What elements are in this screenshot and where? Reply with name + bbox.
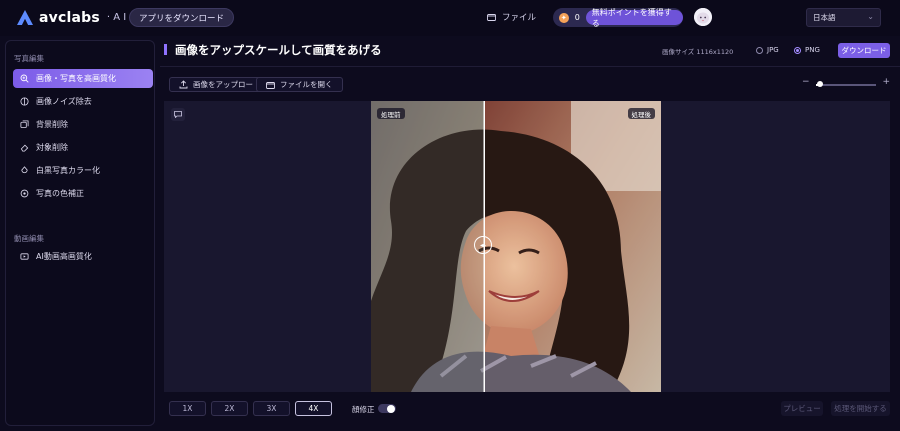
free-points-button[interactable]: 無料ポイントを獲得する [585,8,683,28]
scale-4x-button[interactable]: 4X [295,401,332,416]
avatar[interactable] [694,8,712,26]
logo[interactable]: avclabs · A I [16,9,126,26]
format-jpg-label: JPG [767,46,779,54]
language-select[interactable]: 日本語 ⌄ [806,8,881,27]
sidebar-item-label: 画像・写真を高画質化 [36,74,116,83]
sidebar-item-colorize[interactable]: 白黒写真カラー化 [13,161,153,180]
file-menu[interactable]: ファイル [487,11,536,23]
comparison-image[interactable]: 処理前 処理後 ◂▸ [371,101,661,392]
sidebar-item-upscale[interactable]: 画像・写真を高画質化 [13,69,153,88]
page-title: 画像をアップスケールして画質をあげる [175,43,382,57]
folder-icon [487,14,496,21]
brand-name: avclabs [39,9,100,26]
sidebar-item-video-enhance[interactable]: AI動画高画質化 [13,247,153,266]
open-file-button[interactable]: ファイルを開く [256,77,343,92]
sidebar-item-color-correct[interactable]: 写真の色補正 [13,184,153,203]
language-value: 日本語 [813,13,836,22]
face-fix-label: 顔修正 [352,405,375,414]
zoom-in-icon[interactable]: + [882,77,890,87]
before-label: 処理前 [377,108,405,119]
header-divider [160,66,900,67]
split-slider-handle[interactable]: ◂▸ [474,236,492,254]
zoom-slider[interactable]: − + [802,77,890,89]
sidebar-item-label: 背景削除 [36,120,68,129]
color-correct-icon [20,189,29,198]
sidebar: 写真編集 画像・写真を高画質化 画像ノイズ除去 背景削除 対象削除 白黒写真カラ… [5,40,155,426]
title-accent-bar [164,44,167,55]
magnify-icon [20,74,29,83]
photo-edit-heading: 写真編集 [14,54,44,63]
start-processing-button[interactable]: 処理を開始する [831,401,890,416]
sidebar-item-label: 白黒写真カラー化 [36,166,100,175]
background-icon [20,120,29,129]
scale-2x-button[interactable]: 2X [211,401,248,416]
preview-canvas: 処理前 処理後 ◂▸ [164,101,890,392]
upload-image-label: 画像をアップロー [193,80,253,89]
after-label: 処理後 [627,108,655,119]
noise-icon [20,97,29,106]
eraser-icon [20,144,29,152]
top-bar: avclabs · A I アプリをダウンロード ファイル ✦ 0 無料ポイント… [0,0,900,36]
drag-arrows-icon: ◂▸ [479,241,487,249]
preview-button[interactable]: プレビュー [781,401,823,416]
video-enhance-icon [20,253,29,260]
brand-suffix: · A I [106,12,127,23]
sidebar-item-label: 画像ノイズ除去 [36,97,92,106]
format-png-label: PNG [805,46,820,54]
download-button[interactable]: ダウンロード [838,43,890,58]
avatar-face-icon [694,8,712,26]
download-app-button[interactable]: アプリをダウンロード [129,8,235,27]
upload-icon [179,80,188,89]
format-jpg-option[interactable]: JPG [756,46,779,54]
scale-1x-button[interactable]: 1X [169,401,206,416]
scale-3x-button[interactable]: 3X [253,401,290,416]
radio-jpg[interactable] [756,46,763,54]
coin-icon: ✦ [559,12,569,23]
toggle-knob [387,404,395,413]
sidebar-item-label: AI動画高画質化 [36,252,92,261]
sidebar-item-remove-background[interactable]: 背景削除 [13,115,153,134]
video-edit-heading: 動画編集 [14,234,44,243]
points-count: 0 [574,13,580,22]
sidebar-item-label: 対象削除 [36,143,68,152]
image-size-label: 画像サイズ 1116x1120 [662,48,734,56]
zoom-track[interactable] [816,84,876,86]
upload-image-button[interactable]: 画像をアップロー [169,77,263,92]
points-widget[interactable]: ✦ 0 無料ポイントを獲得する [553,8,683,28]
format-png-option[interactable]: PNG [794,46,820,54]
portrait-photo-icon [371,101,661,392]
zoom-knob[interactable] [817,81,823,87]
comment-icon[interactable] [171,108,185,121]
sidebar-item-label: 写真の色補正 [36,189,84,198]
open-file-label: ファイルを開く [280,80,333,89]
file-menu-label: ファイル [502,13,537,23]
zoom-out-icon[interactable]: − [802,77,810,87]
face-fix-toggle[interactable] [378,404,396,413]
folder-icon [266,81,275,89]
sidebar-item-remove-object[interactable]: 対象削除 [13,138,153,157]
avclabs-logo-icon [17,10,33,25]
chevron-down-icon: ⌄ [867,12,874,21]
radio-png[interactable] [794,46,801,54]
palette-icon [21,166,28,174]
sidebar-item-denoise[interactable]: 画像ノイズ除去 [13,92,153,111]
